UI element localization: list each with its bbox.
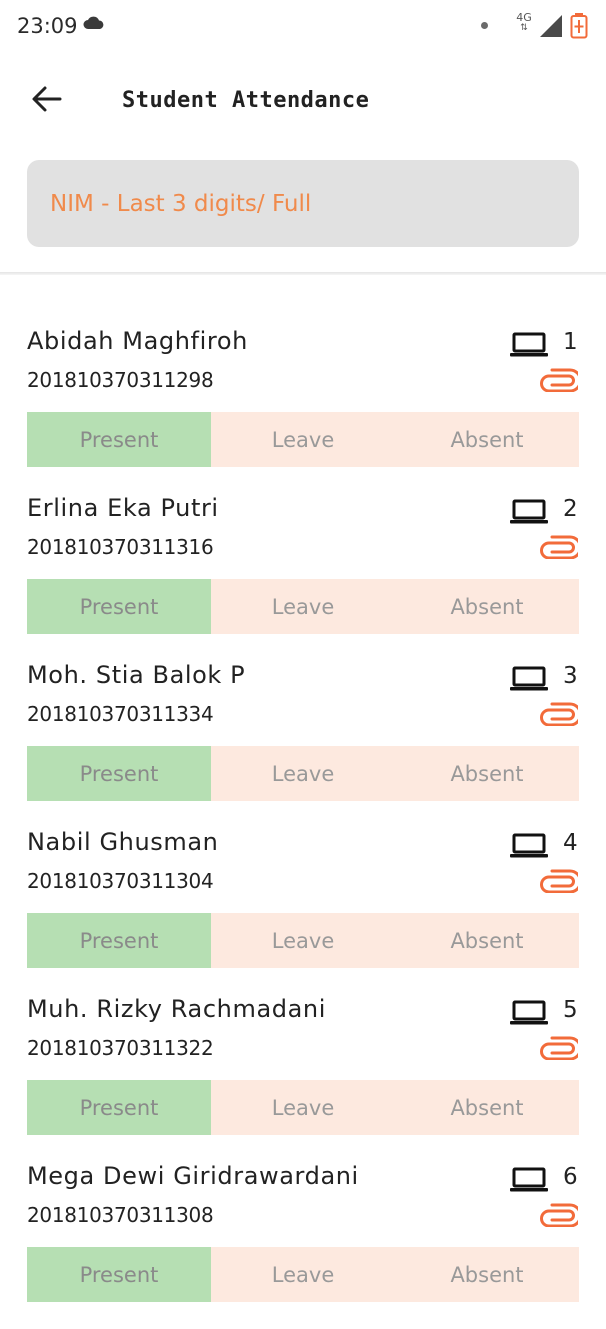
- paperclip-icon[interactable]: [540, 535, 578, 559]
- present-button[interactable]: Present: [27, 746, 211, 801]
- cloud-icon: [83, 16, 104, 29]
- present-button[interactable]: Present: [27, 579, 211, 634]
- student-name: Moh. Stia Balok P: [27, 661, 246, 689]
- leave-button[interactable]: Leave: [211, 746, 395, 801]
- leave-button[interactable]: Leave: [211, 412, 395, 467]
- paperclip-icon[interactable]: [540, 869, 578, 893]
- network-indicator: 4G ⇅: [513, 12, 535, 34]
- attendance-selector: Present Leave Absent: [27, 746, 579, 801]
- student-list: Abidah Maghfiroh 201810370311298 1 Prese…: [0, 327, 606, 1329]
- student-item: Muh. Rizky Rachmadani 201810370311322 5 …: [0, 995, 606, 1162]
- present-button[interactable]: Present: [27, 1247, 211, 1302]
- student-item: Mega Dewi Giridrawardani 201810370311308…: [0, 1162, 606, 1329]
- attendance-selector: Present Leave Absent: [27, 1080, 579, 1135]
- present-button[interactable]: Present: [27, 913, 211, 968]
- student-name: Mega Dewi Giridrawardani: [27, 1162, 359, 1190]
- absent-button[interactable]: Absent: [395, 1247, 579, 1302]
- laptop-icon: [510, 1000, 548, 1025]
- network-type: 4G: [516, 11, 532, 24]
- leave-button[interactable]: Leave: [211, 1080, 395, 1135]
- nim-search-input[interactable]: [48, 189, 558, 218]
- absent-button[interactable]: Absent: [395, 1080, 579, 1135]
- absent-button[interactable]: Absent: [395, 579, 579, 634]
- leave-button[interactable]: Leave: [211, 913, 395, 968]
- status-bar: 23:09 4G ⇅: [0, 0, 606, 52]
- student-item: Moh. Stia Balok P 201810370311334 3 Pres…: [0, 661, 606, 828]
- student-nim: 201810370311298: [27, 368, 214, 392]
- attendance-selector: Present Leave Absent: [27, 1247, 579, 1302]
- student-number: 5: [563, 997, 578, 1023]
- divider: [0, 272, 606, 275]
- student-number: 2: [563, 496, 578, 522]
- student-item: Abidah Maghfiroh 201810370311298 1 Prese…: [0, 327, 606, 494]
- absent-button[interactable]: Absent: [395, 412, 579, 467]
- student-number: 6: [563, 1164, 578, 1190]
- present-button[interactable]: Present: [27, 1080, 211, 1135]
- student-name: Abidah Maghfiroh: [27, 327, 248, 355]
- student-nim: 201810370311308: [27, 1203, 214, 1227]
- paperclip-icon[interactable]: [540, 1203, 578, 1227]
- student-number: 1: [563, 329, 578, 355]
- absent-button[interactable]: Absent: [395, 913, 579, 968]
- laptop-icon: [510, 332, 548, 357]
- laptop-icon: [510, 499, 548, 524]
- paperclip-icon[interactable]: [540, 368, 578, 392]
- laptop-icon: [510, 833, 548, 858]
- status-time: 23:09: [17, 14, 78, 38]
- laptop-icon: [510, 666, 548, 691]
- student-nim: 201810370311334: [27, 702, 214, 726]
- student-nim: 201810370311304: [27, 869, 214, 893]
- laptop-icon: [510, 1167, 548, 1192]
- present-button[interactable]: Present: [27, 412, 211, 467]
- search-box[interactable]: [27, 160, 579, 247]
- student-item: Nabil Ghusman 201810370311304 4 Present …: [0, 828, 606, 995]
- notification-dot: [481, 22, 488, 29]
- paperclip-icon[interactable]: [540, 1036, 578, 1060]
- battery-icon: [570, 13, 588, 39]
- data-arrows-icon: ⇅: [520, 23, 528, 33]
- leave-button[interactable]: Leave: [211, 579, 395, 634]
- student-nim: 201810370311316: [27, 535, 214, 559]
- attendance-selector: Present Leave Absent: [27, 913, 579, 968]
- student-name: Nabil Ghusman: [27, 828, 219, 856]
- page-title: Student Attendance: [122, 88, 370, 113]
- student-item: Erlina Eka Putri 201810370311316 2 Prese…: [0, 494, 606, 661]
- student-name: Muh. Rizky Rachmadani: [27, 995, 326, 1023]
- student-number: 3: [563, 663, 578, 689]
- attendance-selector: Present Leave Absent: [27, 579, 579, 634]
- signal-icon: [540, 15, 562, 37]
- student-nim: 201810370311322: [27, 1036, 214, 1060]
- attendance-selector: Present Leave Absent: [27, 412, 579, 467]
- student-name: Erlina Eka Putri: [27, 494, 219, 522]
- absent-button[interactable]: Absent: [395, 746, 579, 801]
- student-number: 4: [563, 830, 578, 856]
- app-bar: Student Attendance: [0, 52, 606, 152]
- leave-button[interactable]: Leave: [211, 1247, 395, 1302]
- arrow-left-icon[interactable]: [30, 82, 64, 116]
- paperclip-icon[interactable]: [540, 702, 578, 726]
